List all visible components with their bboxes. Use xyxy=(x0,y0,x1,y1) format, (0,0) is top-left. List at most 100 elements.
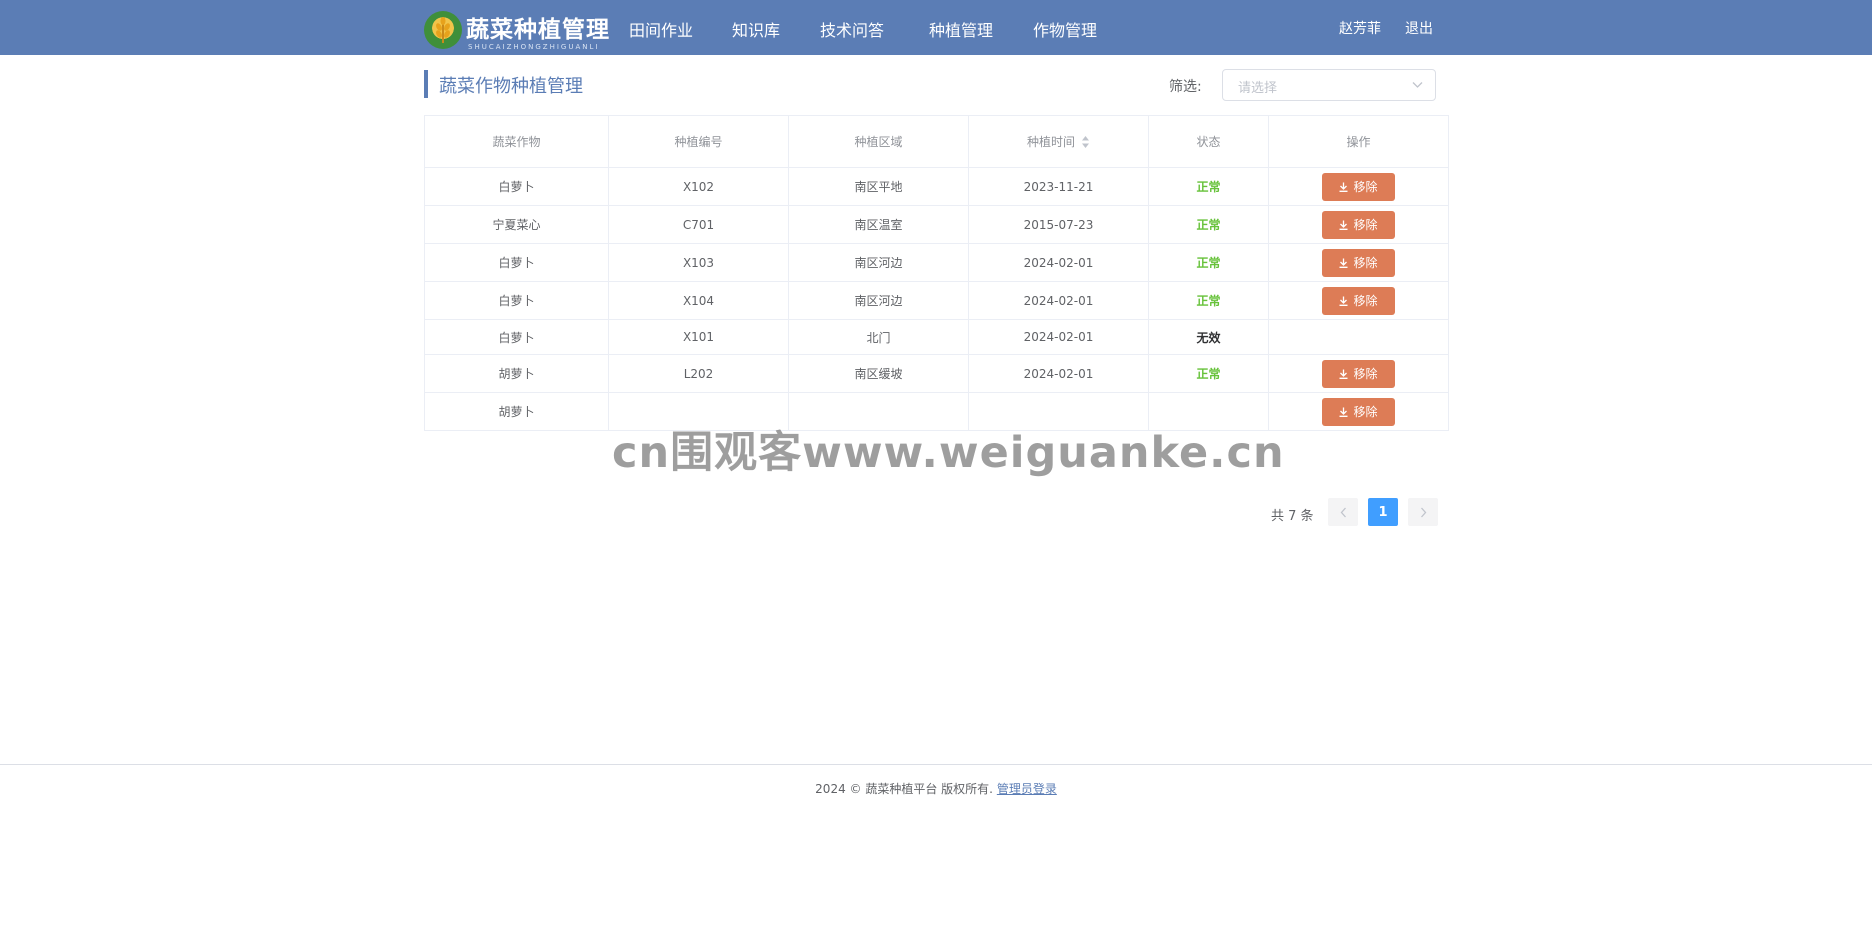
remove-button-label: 移除 xyxy=(1353,256,1378,270)
wheat-logo-icon xyxy=(424,11,462,49)
column-header-code: 种植编号 xyxy=(609,116,789,167)
cell-area: 南区温室 xyxy=(789,206,969,243)
logout-link[interactable]: 退出 xyxy=(1405,18,1433,38)
cell-crop: 胡萝卜 xyxy=(425,355,609,392)
admin-login-link[interactable]: 管理员登录 xyxy=(997,782,1057,796)
cell-code: X104 xyxy=(609,282,789,319)
pagination-total: 共 7 条 xyxy=(1271,509,1314,524)
column-header-action: 操作 xyxy=(1269,116,1449,167)
table-row: 胡萝卜 移除 xyxy=(425,393,1449,431)
footer: 2024 © 蔬菜种植平台 版权所有. 管理员登录 xyxy=(0,780,1872,797)
cell-code: X102 xyxy=(609,168,789,205)
download-icon xyxy=(1339,182,1348,192)
cell-date xyxy=(969,393,1149,430)
page-title: 蔬菜作物种植管理 xyxy=(439,76,583,97)
nav-item-crop-management[interactable]: 作物管理 xyxy=(1033,17,1097,41)
status-badge xyxy=(1149,393,1269,430)
remove-button[interactable]: 移除 xyxy=(1322,172,1395,201)
nav-item-field-work[interactable]: 田间作业 xyxy=(629,17,693,41)
remove-button-label: 移除 xyxy=(1353,180,1378,194)
remove-button[interactable]: 移除 xyxy=(1322,248,1395,277)
chevron-down-icon xyxy=(1412,82,1423,88)
cell-area xyxy=(789,393,969,430)
table-row: 白萝卜 X103 南区河边 2024-02-01 正常 移除 xyxy=(425,244,1449,282)
cell-date: 2024-02-01 xyxy=(969,282,1149,319)
remove-button[interactable]: 移除 xyxy=(1322,359,1395,388)
download-icon xyxy=(1339,258,1348,268)
planting-table: 蔬菜作物 种植编号 种植区域 种植时间 状态 操作 白萝卜 X102 南区平地 202… xyxy=(424,115,1449,431)
cell-code: L202 xyxy=(609,355,789,392)
nav-item-knowledge-base[interactable]: 知识库 xyxy=(732,17,780,41)
cell-area: 南区缓坡 xyxy=(789,355,969,392)
download-icon xyxy=(1339,220,1348,230)
status-badge: 正常 xyxy=(1149,282,1269,319)
chevron-right-icon xyxy=(1420,507,1426,517)
cell-crop: 宁夏菜心 xyxy=(425,206,609,243)
brand-title: 蔬菜种植管理 xyxy=(466,16,610,43)
sort-caret-icon[interactable] xyxy=(1081,135,1090,149)
status-badge: 无效 xyxy=(1149,320,1269,354)
status-badge: 正常 xyxy=(1149,244,1269,281)
cell-action: 移除 xyxy=(1269,244,1449,281)
remove-button[interactable]: 移除 xyxy=(1322,210,1395,239)
column-header-crop: 蔬菜作物 xyxy=(425,116,609,167)
brand-subtitle: SHUCAIZHONGZHIGUANLI xyxy=(468,43,600,51)
cell-code xyxy=(609,393,789,430)
table-row: 白萝卜 X101 北门 2024-02-01 无效 xyxy=(425,320,1449,355)
chevron-left-icon xyxy=(1340,507,1346,517)
cell-code: C701 xyxy=(609,206,789,243)
title-accent-bar xyxy=(424,70,428,98)
cell-area: 北门 xyxy=(789,320,969,354)
status-badge: 正常 xyxy=(1149,168,1269,205)
cell-area: 南区河边 xyxy=(789,244,969,281)
brand-logo[interactable]: 蔬菜种植管理 SHUCAIZHONGZHIGUANLI xyxy=(424,8,609,51)
table-row: 宁夏菜心 C701 南区温室 2015-07-23 正常 移除 xyxy=(425,206,1449,244)
filter-label: 筛选: xyxy=(1169,79,1202,95)
status-badge: 正常 xyxy=(1149,206,1269,243)
download-icon xyxy=(1339,296,1348,306)
cell-action: 移除 xyxy=(1269,393,1449,430)
cell-date: 2023-11-21 xyxy=(969,168,1149,205)
remove-button[interactable]: 移除 xyxy=(1322,397,1395,426)
cell-crop: 白萝卜 xyxy=(425,320,609,354)
filter-select[interactable]: 请选择 xyxy=(1222,69,1436,101)
remove-button-label: 移除 xyxy=(1353,405,1378,419)
table-body: 白萝卜 X102 南区平地 2023-11-21 正常 移除 宁夏菜心 C701 南区温室 201… xyxy=(425,168,1449,431)
pagination-page-1[interactable]: 1 xyxy=(1368,498,1398,526)
table-row: 白萝卜 X102 南区平地 2023-11-21 正常 移除 xyxy=(425,168,1449,206)
cell-area: 南区河边 xyxy=(789,282,969,319)
remove-button-label: 移除 xyxy=(1353,367,1378,381)
top-navbar: 蔬菜种植管理 SHUCAIZHONGZHIGUANLI 田间作业 知识库 技术问… xyxy=(0,0,1872,55)
column-header-area: 种植区域 xyxy=(789,116,969,167)
cell-action: 移除 xyxy=(1269,168,1449,205)
cell-crop: 白萝卜 xyxy=(425,244,609,281)
cell-action: 移除 xyxy=(1269,282,1449,319)
status-badge: 正常 xyxy=(1149,355,1269,392)
cell-crop: 白萝卜 xyxy=(425,168,609,205)
pagination-next-button[interactable] xyxy=(1408,498,1438,526)
remove-button[interactable]: 移除 xyxy=(1322,286,1395,315)
nav-item-tech-qa[interactable]: 技术问答 xyxy=(820,17,884,41)
cell-crop: 胡萝卜 xyxy=(425,393,609,430)
cell-date: 2024-02-01 xyxy=(969,355,1149,392)
column-header-date-label: 种植时间 xyxy=(1026,135,1075,149)
column-header-status: 状态 xyxy=(1149,116,1269,167)
cell-action xyxy=(1269,320,1449,354)
cell-code: X103 xyxy=(609,244,789,281)
download-icon xyxy=(1339,407,1348,417)
column-header-date[interactable]: 种植时间 xyxy=(969,116,1149,167)
footer-copyright: 2024 © 蔬菜种植平台 版权所有. xyxy=(815,782,993,796)
cell-area: 南区平地 xyxy=(789,168,969,205)
cell-date: 2024-02-01 xyxy=(969,320,1149,354)
pagination-prev-button[interactable] xyxy=(1328,498,1358,526)
cell-date: 2015-07-23 xyxy=(969,206,1149,243)
footer-divider xyxy=(0,764,1872,765)
user-name[interactable]: 赵芳菲 xyxy=(1339,18,1381,38)
table-row: 白萝卜 X104 南区河边 2024-02-01 正常 移除 xyxy=(425,282,1449,320)
cell-crop: 白萝卜 xyxy=(425,282,609,319)
cell-action: 移除 xyxy=(1269,206,1449,243)
download-icon xyxy=(1339,369,1348,379)
nav-item-planting-management[interactable]: 种植管理 xyxy=(929,17,993,41)
remove-button-label: 移除 xyxy=(1353,218,1378,232)
table-header-row: 蔬菜作物 种植编号 种植区域 种植时间 状态 操作 xyxy=(425,116,1449,168)
